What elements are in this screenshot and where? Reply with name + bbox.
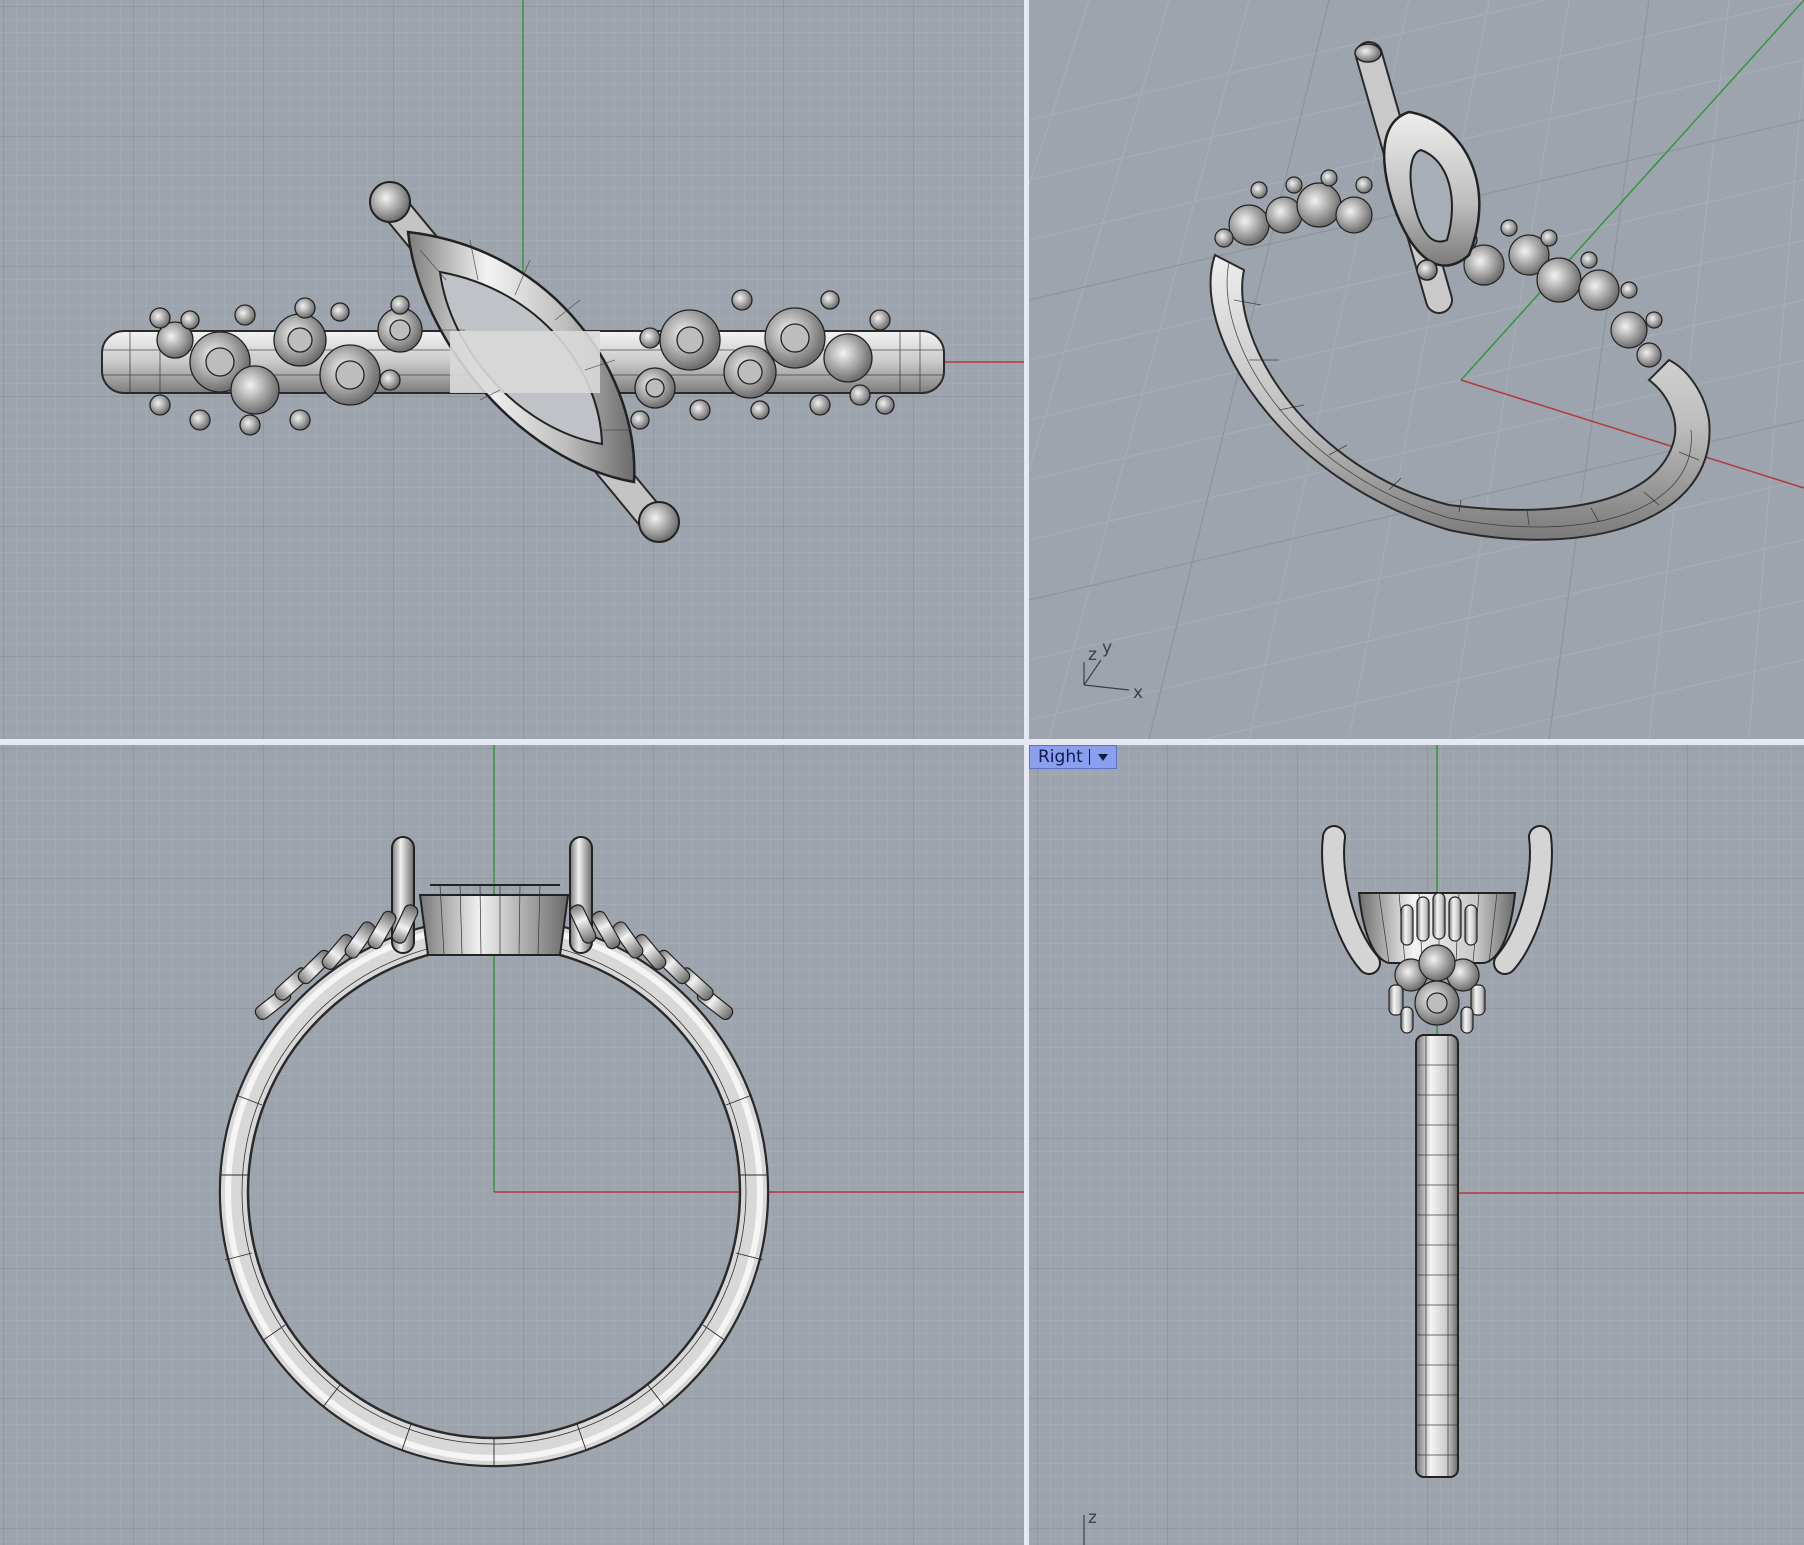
axis-label-z: z [1088, 1508, 1097, 1528]
viewport-top-canvas[interactable] [0, 0, 1024, 739]
axis-label-z: z [1088, 645, 1097, 665]
grid-major [0, 745, 1024, 1545]
viewport-top[interactable] [0, 0, 1024, 739]
viewport-title-tab-right[interactable]: Right [1029, 745, 1117, 769]
ring-shank [1415, 1034, 1459, 1478]
viewport-background [1029, 0, 1804, 739]
chevron-down-icon[interactable] [1097, 753, 1108, 761]
viewport-perspective-canvas[interactable]: x y z [1029, 0, 1804, 739]
viewport-perspective[interactable]: x y z [1029, 0, 1804, 739]
axis-label-y: y [1102, 638, 1112, 658]
axis-label-x: x [1133, 683, 1143, 703]
rhino-four-viewport-layout: x y z z Right [0, 0, 1804, 1545]
viewport-title-label: Right [1038, 747, 1083, 767]
prong-top [369, 181, 411, 223]
viewport-front-canvas[interactable] [0, 745, 1024, 1545]
viewport-right-canvas[interactable]: z [1029, 745, 1804, 1545]
side-stone-cluster [1388, 892, 1486, 1034]
viewport-front[interactable] [0, 745, 1024, 1545]
viewport-right[interactable]: z Right [1029, 745, 1804, 1545]
viewport-title-separator [1088, 749, 1090, 765]
prong-bottom [638, 501, 680, 543]
